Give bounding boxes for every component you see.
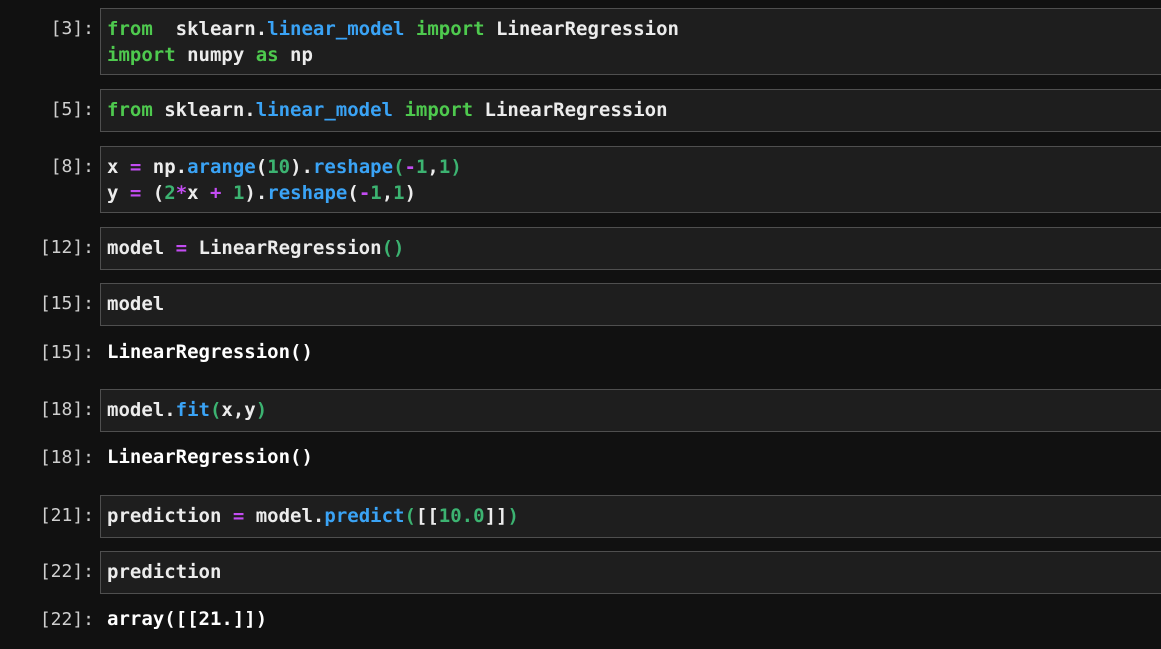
- code-cell-0[interactable]: from sklearn.linear_model import LinearR…: [100, 8, 1161, 75]
- code-token: (: [404, 505, 416, 527]
- code-token: import: [107, 44, 176, 66]
- code-token: linear_model: [267, 18, 405, 40]
- code-token: prediction: [107, 561, 222, 583]
- code-cell-7[interactable]: prediction: [100, 551, 1161, 594]
- code-token: reshape: [312, 156, 394, 178]
- cell-1-prompt: [5]:: [50, 99, 94, 120]
- code-token: *: [175, 182, 188, 204]
- code-token: as: [255, 44, 279, 66]
- code-token: ): [404, 182, 417, 204]
- code-token: ,: [381, 182, 394, 204]
- code-token: reshape: [267, 182, 348, 204]
- code-token: [[: [415, 505, 439, 527]
- code-token: from: [107, 18, 153, 40]
- cell-0-prompt: [3]:: [50, 18, 94, 39]
- cell-6-prompt: [21]:: [39, 505, 94, 526]
- code-token: from: [107, 99, 153, 121]
- code-token: model: [107, 293, 165, 315]
- code-token: (: [141, 182, 165, 204]
- code-line: prediction: [107, 559, 1155, 585]
- code-token: prediction: [107, 505, 233, 527]
- code-token: sklearn.: [152, 99, 256, 121]
- cell-7-prompt: [22]:: [39, 561, 94, 582]
- cell-4-output: LinearRegression(): [107, 341, 313, 363]
- code-token: ): [450, 156, 462, 178]
- code-token: =: [175, 237, 188, 259]
- cell-4-prompt: [15]:: [39, 293, 94, 314]
- code-line: from sklearn.linear_model import LinearR…: [107, 16, 1155, 42]
- code-token: LinearRegression: [484, 18, 679, 40]
- code-token: 10.0: [438, 505, 485, 527]
- code-cell-1[interactable]: from sklearn.linear_model import LinearR…: [100, 89, 1161, 132]
- code-cell-5[interactable]: model.fit(x,y): [100, 389, 1161, 432]
- code-token: linear_model: [255, 99, 393, 121]
- code-token: x,y: [221, 399, 256, 421]
- code-line: model: [107, 291, 1155, 317]
- code-line: model.fit(x,y): [107, 397, 1155, 423]
- code-token: x: [107, 156, 130, 178]
- code-token: x: [187, 182, 211, 204]
- code-token: y: [107, 182, 130, 204]
- code-token: =: [129, 182, 142, 204]
- code-token: 2: [164, 182, 176, 204]
- code-line: prediction = model.predict([[10.0]]): [107, 503, 1155, 529]
- code-line: from sklearn.linear_model import LinearR…: [107, 97, 1155, 123]
- code-line: x = np.arange(10).reshape(-1,1): [107, 154, 1155, 180]
- code-token: 10: [267, 156, 291, 178]
- code-cell-2[interactable]: x = np.arange(10).reshape(-1,1) y = (2*x …: [100, 146, 1161, 213]
- code-token: model.: [107, 399, 176, 421]
- code-token: import: [404, 99, 474, 121]
- code-token: arange: [187, 156, 256, 178]
- code-cell-6[interactable]: prediction = model.predict([[10.0]]): [100, 495, 1161, 538]
- code-token: 1: [415, 156, 428, 178]
- code-token: LinearRegression: [473, 99, 668, 121]
- code-line: import numpy as np: [107, 42, 1155, 68]
- code-token: ).: [244, 182, 268, 204]
- cell-4-output-prompt: [15]:: [39, 342, 94, 363]
- cell-3-prompt: [12]:: [39, 237, 94, 258]
- code-line: y = (2*x + 1).reshape(-1,1): [107, 180, 1155, 206]
- code-token: predict: [324, 505, 405, 527]
- code-token: numpy: [175, 44, 256, 66]
- code-token: LinearRegression: [187, 237, 382, 259]
- code-cell-4[interactable]: model: [100, 283, 1161, 326]
- code-token: -: [358, 182, 371, 204]
- code-token: ): [507, 505, 519, 527]
- code-token: import: [415, 18, 485, 40]
- code-token: (: [209, 399, 222, 421]
- code-token: ): [255, 399, 268, 421]
- code-token: =: [129, 156, 142, 178]
- cell-5-output-prompt: [18]:: [39, 447, 94, 468]
- code-token: +: [210, 182, 222, 204]
- code-token: 1: [393, 182, 405, 204]
- cell-5-output: LinearRegression(): [107, 446, 313, 468]
- code-token: (: [393, 156, 405, 178]
- cell-2-prompt: [8]:: [50, 156, 94, 177]
- code-token: (): [381, 237, 405, 259]
- code-token: ,: [427, 156, 439, 178]
- code-token: ).: [290, 156, 313, 178]
- cell-7-output: array([[21.]]): [107, 608, 268, 630]
- code-token: np: [278, 44, 313, 66]
- code-token: np.: [141, 156, 188, 178]
- code-token: =: [232, 505, 245, 527]
- code-token: 1: [370, 182, 382, 204]
- code-token: ]]: [484, 505, 508, 527]
- code-token: 1: [232, 182, 245, 204]
- code-token: model: [107, 237, 176, 259]
- cell-5-prompt: [18]:: [39, 399, 94, 420]
- code-token: 1: [438, 156, 451, 178]
- code-token: model.: [244, 505, 325, 527]
- code-token: (: [347, 182, 359, 204]
- code-cell-3[interactable]: model = LinearRegression(): [100, 227, 1161, 270]
- code-token: sklearn.: [152, 18, 268, 40]
- code-line: model = LinearRegression(): [107, 235, 1155, 261]
- cell-7-output-prompt: [22]:: [39, 609, 94, 630]
- code-token: -: [404, 156, 416, 178]
- code-token: fit: [175, 399, 210, 421]
- code-token: (: [255, 156, 268, 178]
